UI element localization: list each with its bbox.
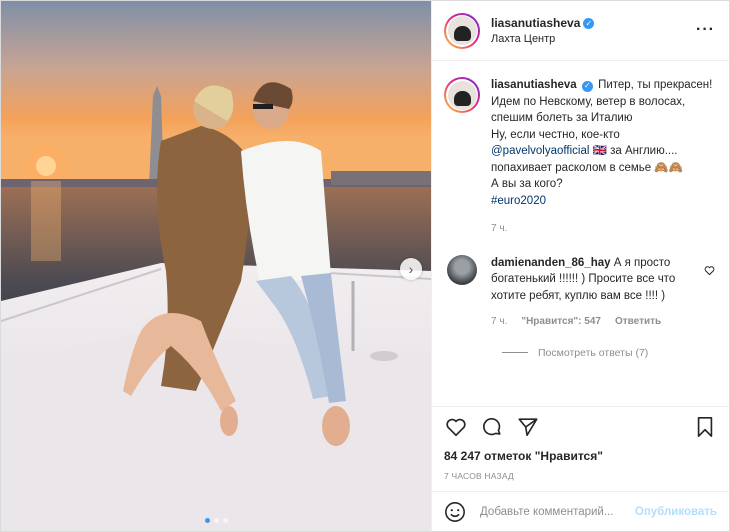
post-sidebar: liasanutiasheva ✓ Лахта Центр ··· liasan… (431, 1, 729, 531)
post-timestamp[interactable]: 7 ЧАСОВ НАЗАД (444, 471, 717, 481)
likes-count[interactable]: 84 247 отметок "Нравится" (444, 449, 717, 463)
view-replies-label: Посмотреть ответы (7) (538, 346, 649, 359)
action-bar (444, 413, 717, 441)
commenter-username[interactable]: damienanden_86_hay (491, 257, 611, 269)
comment-likes[interactable]: "Нравится": 547 (521, 314, 601, 331)
add-comment-bar: Опубликовать (432, 491, 729, 531)
caption: liasanutiasheva ✓ Питер, ты прекрасен! И… (444, 77, 715, 238)
caption-username[interactable]: liasanutiasheva (491, 79, 577, 91)
caption-age[interactable]: 7 ч. (491, 221, 713, 238)
carousel-dot (222, 518, 228, 523)
caption-text: А вы за кого? (491, 178, 563, 190)
view-replies-button[interactable]: Посмотреть ответы (7) (502, 347, 715, 359)
caption-text: попахивает расколом в семье 🙈🙈 (491, 161, 684, 174)
comment-input[interactable] (480, 505, 635, 518)
actions-section: 84 247 отметок "Нравится" 7 ЧАСОВ НАЗАД (432, 406, 729, 481)
carousel-dot (204, 518, 210, 523)
commenter-avatar[interactable] (447, 254, 477, 285)
comment: damienanden_86_hay А я просто богатеньки… (444, 254, 715, 331)
post-header: liasanutiasheva ✓ Лахта Центр ··· (432, 1, 729, 61)
caption-text: Идем по Невскому, ветер в волосах, спеши… (491, 95, 686, 125)
emoji-icon[interactable] (444, 501, 466, 523)
carousel-dots (1, 518, 431, 523)
comments-section: liasanutiasheva ✓ Питер, ты прекрасен! И… (432, 61, 729, 406)
heart-icon[interactable] (444, 415, 468, 439)
comment-icon[interactable] (480, 415, 504, 439)
instagram-post: › liasanutiasheva ✓ Лахта Центр ··· lias… (0, 0, 730, 532)
divider (502, 352, 528, 353)
reply-button[interactable]: Ответить (615, 314, 661, 331)
post-photo[interactable]: › (1, 1, 431, 531)
share-icon[interactable] (516, 415, 540, 439)
bookmark-icon[interactable] (693, 415, 717, 439)
avatar[interactable] (444, 12, 480, 49)
publish-button[interactable]: Опубликовать (635, 506, 717, 518)
post-location[interactable]: Лахта Центр (491, 33, 594, 45)
caption-text: Ну, если честно, кое-кто (491, 128, 620, 141)
photo-scene (1, 1, 431, 531)
author-username[interactable]: liasanutiasheva (491, 16, 580, 30)
caption-text: Питер, ты прекрасен! (598, 79, 713, 91)
carousel-next-button[interactable]: › (400, 258, 422, 280)
carousel-dot (213, 518, 219, 523)
hashtag-link[interactable]: #euro2020 (491, 195, 546, 207)
mention-link[interactable]: @pavelvolyaofficial (491, 145, 589, 157)
more-icon[interactable]: ··· (696, 21, 715, 39)
caption-text: 🇬🇧 за Англию.... (592, 145, 678, 157)
verified-icon: ✓ (581, 80, 593, 92)
comment-age[interactable]: 7 ч. (491, 314, 507, 331)
caption-avatar[interactable] (444, 77, 480, 113)
chevron-right-icon: › (408, 261, 414, 277)
heart-icon[interactable] (704, 265, 715, 279)
verified-icon: ✓ (583, 17, 595, 29)
